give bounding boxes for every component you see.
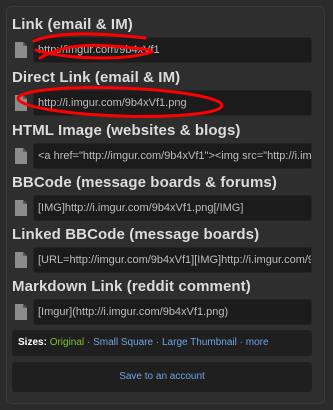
- save-to-account-button[interactable]: Save to an account: [12, 362, 312, 392]
- size-large-thumbnail[interactable]: Large Thumbnail: [162, 337, 237, 348]
- markdown-field[interactable]: [Imgur](http://i.imgur.com/9b4xVf1.png): [33, 299, 312, 325]
- section-heading: BBCode (message boards & forums): [12, 174, 277, 191]
- bbcode-field[interactable]: [IMG]http://i.imgur.com/9b4xVf1.png[/IMG…: [33, 195, 312, 221]
- document-icon[interactable]: [14, 303, 28, 321]
- direct-link-field[interactable]: http://i.imgur.com/9b4xVf1.png: [33, 90, 312, 116]
- separator: ·: [239, 337, 243, 348]
- html-image-field[interactable]: <a href="http://imgur.com/9b4xVf1"><img …: [33, 143, 312, 169]
- size-small-square[interactable]: Small Square: [93, 337, 153, 348]
- section-html-image: HTML Image (websites & blogs) <a href="h…: [12, 122, 312, 169]
- section-direct-link: Direct Link (email & IM) http://i.imgur.…: [12, 69, 312, 116]
- separator: ·: [86, 337, 91, 348]
- section-heading: HTML Image (websites & blogs): [12, 122, 241, 139]
- size-more[interactable]: more: [246, 337, 269, 348]
- document-icon[interactable]: [14, 199, 28, 217]
- sizes-label: Sizes:: [18, 337, 47, 348]
- document-icon[interactable]: [14, 147, 28, 165]
- linked-bbcode-field[interactable]: [URL=http://imgur.com/9b4xVf1][IMG]http:…: [33, 247, 312, 273]
- separator: ·: [155, 337, 160, 348]
- section-heading: Link (email & IM): [12, 16, 133, 33]
- sizes-bar: Sizes: Original · Small Square · Large T…: [12, 330, 312, 356]
- section-heading: Direct Link (email & IM): [12, 69, 181, 86]
- link-field[interactable]: http://imgur.com/9b4xVf1: [33, 37, 312, 63]
- document-icon[interactable]: [14, 94, 28, 112]
- section-link: Link (email & IM) http://imgur.com/9b4xV…: [12, 16, 312, 63]
- size-original[interactable]: Original: [50, 337, 84, 348]
- section-heading: Markdown Link (reddit comment): [12, 278, 251, 295]
- section-linked-bbcode: Linked BBCode (message boards) [URL=http…: [12, 226, 312, 273]
- section-heading: Linked BBCode (message boards): [12, 226, 260, 243]
- document-icon[interactable]: [14, 251, 28, 269]
- section-bbcode: BBCode (message boards & forums) [IMG]ht…: [12, 174, 312, 221]
- document-icon[interactable]: [14, 41, 28, 59]
- section-markdown: Markdown Link (reddit comment) [Imgur](h…: [12, 278, 312, 325]
